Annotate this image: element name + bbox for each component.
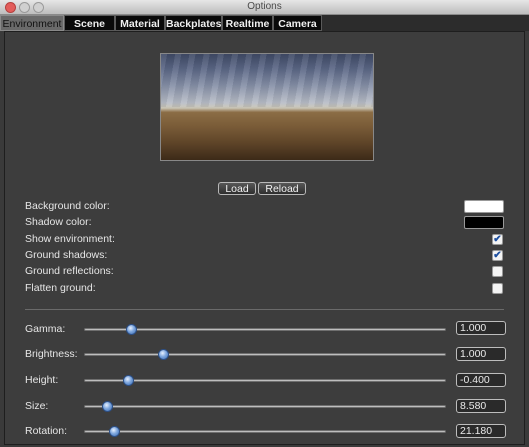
size-slider-track[interactable] bbox=[84, 405, 446, 408]
size-slider-thumb[interactable] bbox=[101, 401, 113, 412]
gamma-label: Gamma: bbox=[25, 323, 66, 335]
size-label: Size: bbox=[25, 400, 49, 412]
gamma-slider-track[interactable] bbox=[84, 328, 446, 331]
rotation-label: Rotation: bbox=[25, 425, 68, 437]
title-bar: Options bbox=[0, 0, 529, 15]
rotation-value-field[interactable]: 21.180 bbox=[456, 424, 506, 438]
tab-environment[interactable]: Environment bbox=[0, 15, 64, 31]
brightness-value-field[interactable]: 1.000 bbox=[456, 347, 506, 361]
show-environment-checkbox[interactable]: ✔ bbox=[492, 234, 503, 245]
size-value-field[interactable]: 8.580 bbox=[456, 399, 506, 413]
rotation-slider-track[interactable] bbox=[84, 430, 446, 433]
ground-reflections-label: Ground reflections: bbox=[25, 265, 114, 277]
ground-shadows-checkbox[interactable]: ✔ bbox=[492, 250, 503, 261]
tab-realtime[interactable]: Realtime bbox=[222, 15, 273, 31]
tab-scene[interactable]: Scene bbox=[64, 15, 115, 31]
tab-camera[interactable]: Camera bbox=[273, 15, 322, 31]
reload-button[interactable]: Reload bbox=[258, 182, 306, 195]
background-color-label: Background color: bbox=[25, 200, 110, 212]
environment-map-preview bbox=[160, 53, 374, 161]
tab-bar: Environment Scene Material Backplates Re… bbox=[0, 15, 529, 31]
ground-shadows-label: Ground shadows: bbox=[25, 249, 108, 261]
brightness-slider-thumb[interactable] bbox=[157, 349, 169, 360]
brightness-label: Brightness: bbox=[25, 348, 78, 360]
height-slider-thumb[interactable] bbox=[122, 375, 134, 386]
background-color-swatch[interactable] bbox=[464, 200, 504, 213]
brightness-slider-track[interactable] bbox=[84, 353, 446, 356]
rotation-slider-thumb[interactable] bbox=[108, 426, 120, 437]
shadow-color-label: Shadow color: bbox=[25, 216, 92, 228]
ground-reflections-checkbox[interactable] bbox=[492, 266, 503, 277]
show-environment-label: Show environment: bbox=[25, 233, 115, 245]
load-button[interactable]: Load bbox=[218, 182, 256, 195]
window-title: Options bbox=[247, 1, 282, 12]
tab-material[interactable]: Material bbox=[115, 15, 165, 31]
height-label: Height: bbox=[25, 374, 59, 386]
section-divider bbox=[25, 309, 504, 310]
flatten-ground-checkbox[interactable] bbox=[492, 283, 503, 294]
height-slider-track[interactable] bbox=[84, 379, 446, 382]
tab-backplates[interactable]: Backplates bbox=[165, 15, 222, 31]
gamma-value-field[interactable]: 1.000 bbox=[456, 321, 506, 335]
height-value-field[interactable]: -0.400 bbox=[456, 373, 506, 387]
shadow-color-swatch[interactable] bbox=[464, 216, 504, 229]
flatten-ground-label: Flatten ground: bbox=[25, 282, 96, 294]
